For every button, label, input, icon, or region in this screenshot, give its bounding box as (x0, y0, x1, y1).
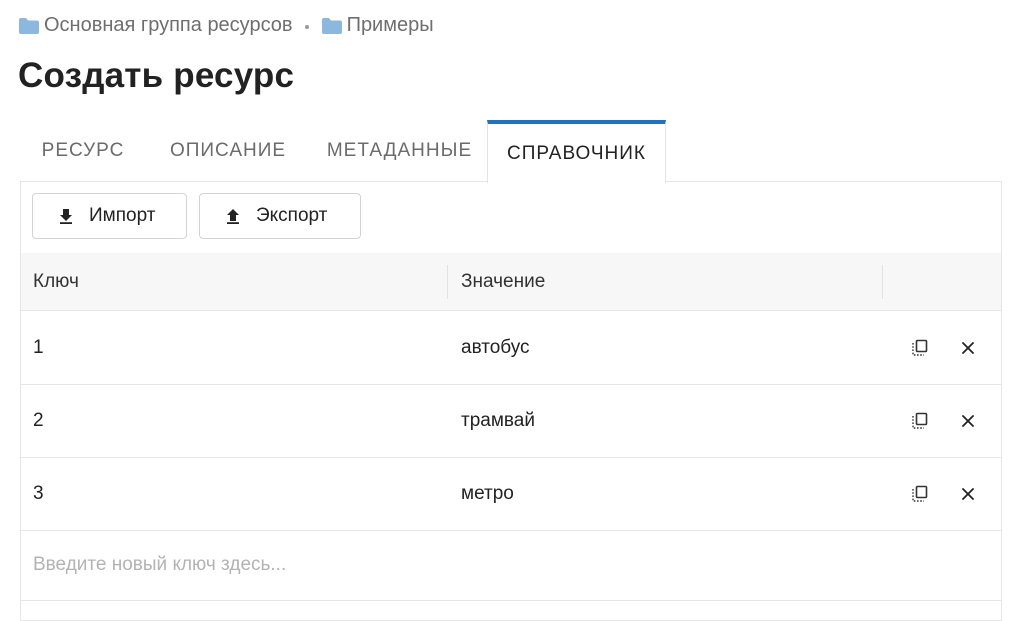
page-title: Создать ресурс (18, 56, 295, 95)
breadcrumb-separator (304, 24, 309, 29)
breadcrumb-item-examples[interactable]: Примеры (321, 14, 434, 37)
row-actions (883, 482, 1001, 506)
copy-icon (912, 412, 928, 429)
duplicate-row-button[interactable] (908, 409, 932, 433)
new-key-input[interactable] (33, 554, 533, 576)
tab-metadata[interactable]: МЕТАДАННЫЕ (312, 120, 487, 182)
key-cell[interactable]: 1 (21, 337, 448, 359)
copy-icon (912, 485, 928, 502)
value-cell[interactable]: метро (448, 483, 883, 505)
key-cell[interactable]: 2 (21, 410, 448, 432)
duplicate-row-button[interactable] (908, 336, 932, 360)
import-button[interactable]: Импорт (32, 193, 187, 239)
import-button-label: Импорт (89, 205, 156, 226)
upload-icon (227, 209, 239, 224)
row-actions (883, 336, 1001, 360)
duplicate-row-button[interactable] (908, 482, 932, 506)
delete-row-button[interactable] (956, 482, 980, 506)
tab-resource[interactable]: РЕСУРС (22, 120, 144, 182)
tab-bar: РЕСУРС ОПИСАНИЕ МЕТАДАННЫЕ СПРАВОЧНИК (22, 120, 666, 183)
folder-icon (321, 17, 342, 34)
key-cell[interactable]: 3 (21, 483, 448, 505)
export-button[interactable]: Экспорт (199, 193, 361, 239)
table-row: 1 автобус (21, 311, 1001, 385)
table-row: 3 метро (21, 457, 1001, 531)
column-header-actions (883, 265, 1001, 299)
download-icon (60, 209, 72, 224)
column-header-value[interactable]: Значение (448, 264, 883, 299)
breadcrumb: Основная группа ресурсов Примеры (18, 14, 434, 37)
close-icon (962, 341, 974, 354)
copy-icon (912, 339, 928, 356)
value-cell[interactable]: трамвай (448, 410, 883, 432)
breadcrumb-item-main-group[interactable]: Основная группа ресурсов (18, 14, 293, 37)
toolbar: Импорт Экспорт (32, 193, 373, 239)
breadcrumb-label: Основная группа ресурсов (44, 14, 293, 36)
lookup-table-panel: Импорт Экспорт Ключ Значение 1 автобус 2… (20, 181, 1002, 621)
export-button-label: Экспорт (256, 205, 328, 226)
row-actions (883, 409, 1001, 433)
delete-row-button[interactable] (956, 336, 980, 360)
column-header-key[interactable]: Ключ (21, 264, 448, 299)
close-icon (962, 414, 974, 427)
table-header: Ключ Значение (21, 253, 1001, 311)
table-row: 2 трамвай (21, 384, 1001, 458)
value-cell[interactable]: автобус (448, 337, 883, 359)
new-key-row (21, 530, 1001, 601)
breadcrumb-label: Примеры (346, 14, 434, 36)
close-icon (962, 487, 974, 500)
delete-row-button[interactable] (956, 409, 980, 433)
tab-lookup-table[interactable]: СПРАВОЧНИК (487, 120, 666, 183)
tab-description[interactable]: ОПИСАНИЕ (144, 120, 312, 182)
folder-icon (19, 17, 39, 34)
